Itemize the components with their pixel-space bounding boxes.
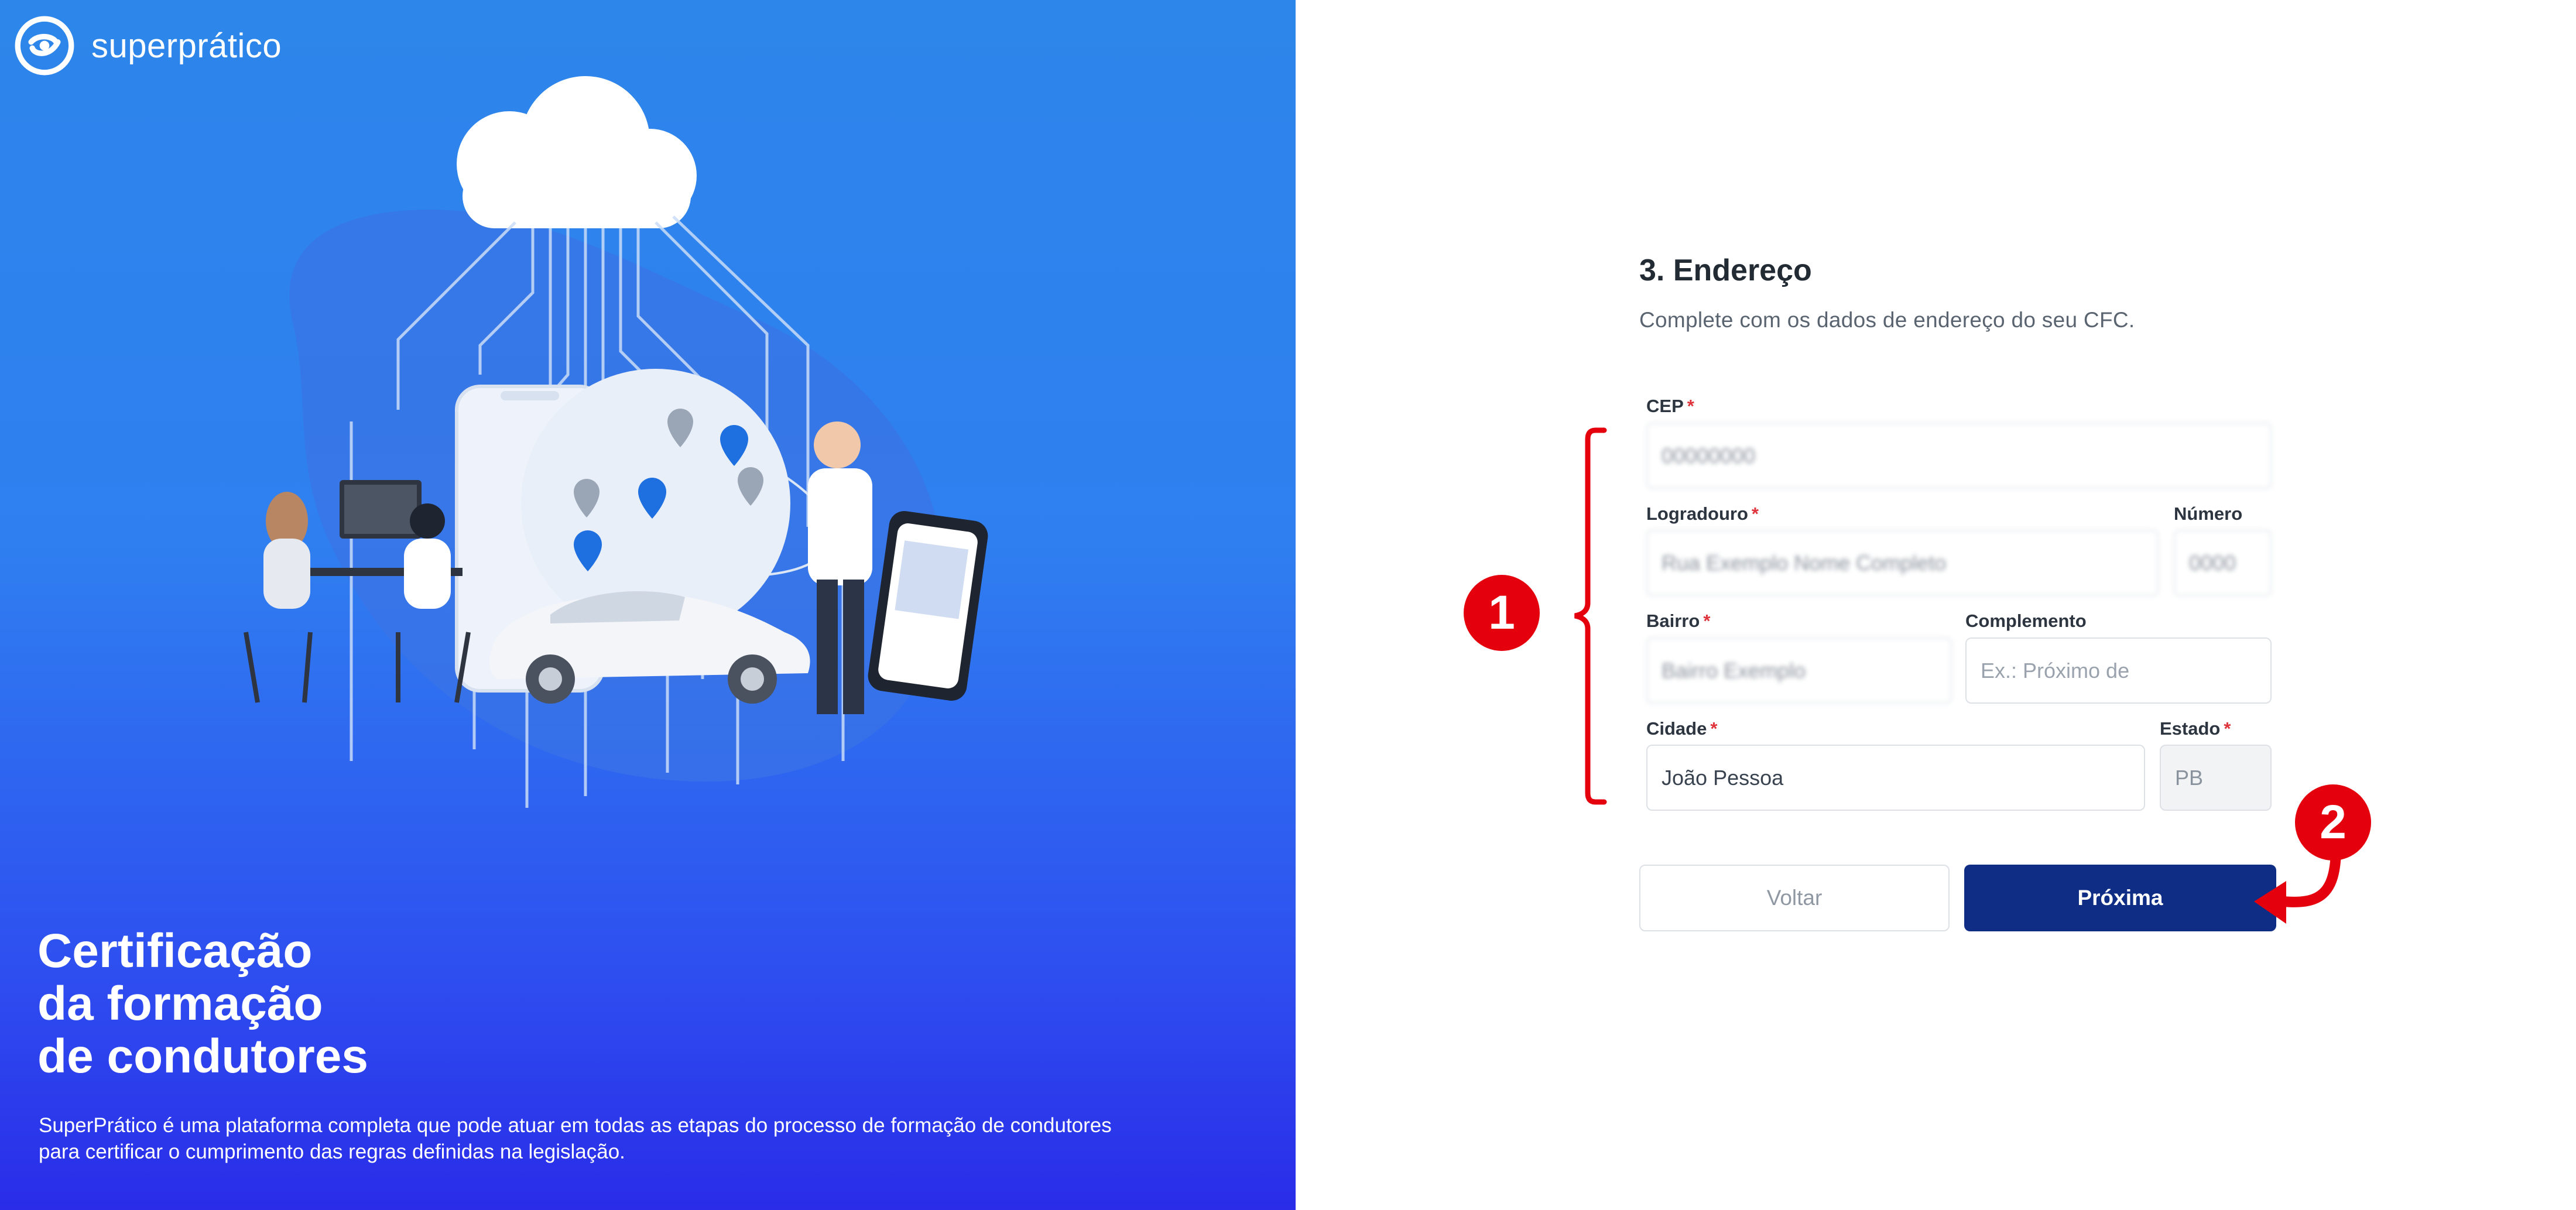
annotation-badge-1: 1: [1464, 575, 1540, 651]
next-button[interactable]: Próxima: [1964, 865, 2276, 931]
hero-illustration: [244, 76, 988, 808]
bairro-label: Bairro *: [1646, 611, 1711, 631]
bairro-input[interactable]: [1646, 637, 1952, 704]
back-button[interactable]: Voltar: [1639, 865, 1950, 931]
logradouro-label: Logradouro *: [1646, 503, 1759, 524]
required-mark: *: [1751, 503, 1759, 524]
cep-input[interactable]: [1646, 423, 2272, 489]
cloud-icon: [457, 76, 697, 228]
cidade-input[interactable]: [1646, 745, 2145, 811]
brand-name: superprático: [91, 26, 282, 65]
cep-label: CEP *: [1646, 396, 1694, 416]
superpratico-logo-icon: [15, 16, 74, 76]
cidade-label: Cidade *: [1646, 718, 1718, 739]
estado-input: [2160, 745, 2272, 811]
required-mark: *: [1687, 396, 1694, 416]
numero-label: Número: [2174, 503, 2243, 524]
complemento-input[interactable]: [1965, 637, 2272, 704]
form-step-title: 3. Endereço: [1639, 253, 1812, 287]
annotation-badge-2: 2: [2295, 784, 2371, 861]
hero-title: Certificação da formação de condutores: [37, 925, 740, 1083]
hero-description: SuperPrático é uma plataforma completa q…: [39, 1114, 1112, 1163]
required-mark: *: [2224, 718, 2231, 739]
logradouro-input[interactable]: [1646, 530, 2159, 596]
hero-title-line-2: da formação: [37, 977, 323, 1030]
numero-input[interactable]: [2174, 530, 2272, 596]
form-step-subtitle: Complete com os dados de endereço do seu…: [1639, 308, 2135, 332]
required-mark: *: [1710, 718, 1718, 739]
hero-title-line-1: Certificação: [37, 924, 313, 978]
brand-logo[interactable]: superprático: [14, 15, 282, 76]
hero-title-line-3: de condutores: [37, 1030, 368, 1083]
estado-label: Estado *: [2160, 718, 2231, 739]
hero-panel: superprático Certificação da formação de…: [0, 0, 1296, 1210]
complemento-label: Complemento: [1965, 611, 2087, 631]
required-mark: *: [1703, 611, 1711, 631]
